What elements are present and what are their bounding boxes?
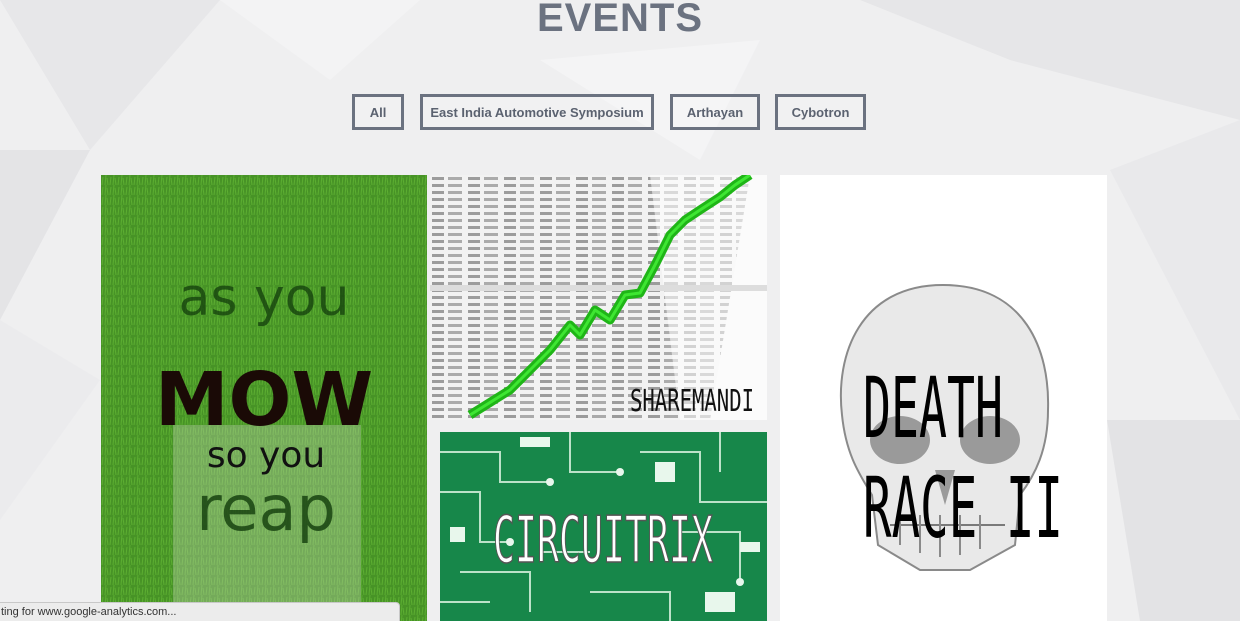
event-card-sharemandi[interactable]: SHAREMANDI (430, 175, 767, 420)
mow-line2-text: MOW (155, 357, 373, 443)
mow-line3-text: so you (207, 435, 325, 476)
browser-status-bar: ting for www.google-analytics.com... (0, 602, 400, 621)
death-race-line2-text: RACE II (863, 459, 1063, 557)
mow-line4-text: reap (196, 472, 336, 545)
circuitrix-title-text: CIRCUITRIX (493, 504, 713, 578)
filter-arthayan-button[interactable]: Arthayan (670, 94, 760, 130)
filter-east-india-automotive-symposium-button[interactable]: East India Automotive Symposium (420, 94, 654, 130)
event-card-circuitrix[interactable]: CIRCUITRIX (440, 432, 767, 621)
death-race-line1-text: DEATH (863, 359, 1003, 457)
filter-cybotron-button[interactable]: Cybotron (775, 94, 866, 130)
page-title: EVENTS (536, 0, 704, 40)
filter-all-button[interactable]: All (352, 94, 404, 130)
event-card-death-race[interactable]: DEATH RACE II (780, 175, 1107, 621)
sharemandi-title-text: SHAREMANDI (630, 384, 754, 419)
mow-line1-text: as you (178, 268, 349, 328)
event-card-mow[interactable]: as you MOW so you reap (101, 175, 427, 621)
